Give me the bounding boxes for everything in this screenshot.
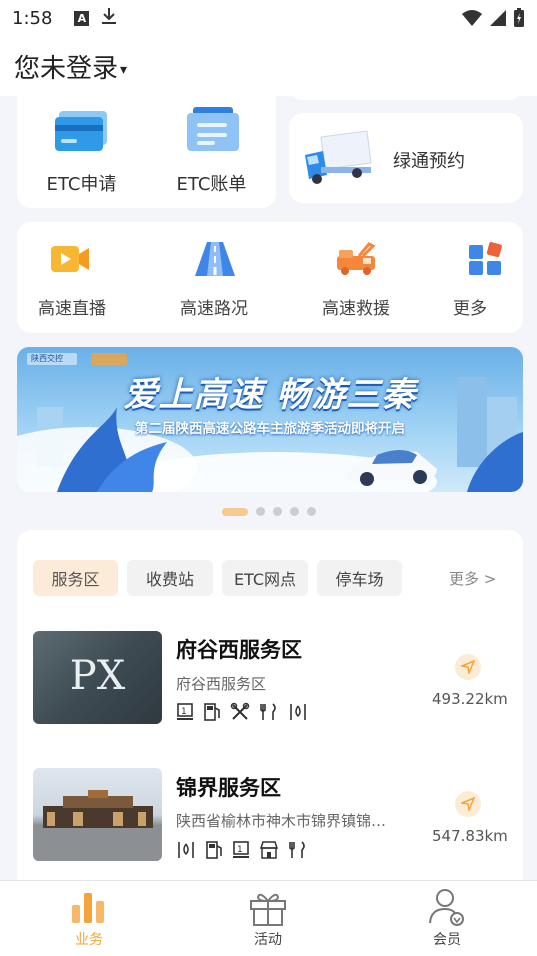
carousel-dot[interactable] bbox=[256, 507, 265, 516]
quick-link-rescue-label: 高速救援 bbox=[322, 299, 390, 319]
restaurant-icon bbox=[289, 841, 305, 858]
repair-icon bbox=[230, 702, 250, 720]
signal-icon bbox=[489, 9, 507, 32]
navigate-button-1[interactable] bbox=[455, 654, 481, 680]
bar-chart-icon bbox=[72, 893, 104, 923]
tab-member-label: 会员 bbox=[433, 932, 461, 948]
service-name-2: 锦界服务区 bbox=[176, 776, 281, 800]
tab-activity[interactable]: 活动 bbox=[228, 881, 308, 956]
notification-a-icon: A bbox=[74, 10, 90, 26]
credit-card-icon bbox=[53, 109, 109, 157]
quick-links-card: 高速直播 高速路况 高速救援 更多 bbox=[17, 222, 523, 333]
svg-text:1: 1 bbox=[237, 845, 243, 855]
navigate-icon bbox=[461, 797, 475, 811]
water-icon bbox=[290, 704, 306, 720]
quick-link-more[interactable]: 更多 bbox=[431, 222, 537, 333]
banner-headline: 爱上高速 畅游三秦 bbox=[123, 375, 417, 415]
quick-link-road[interactable]: 高速路况 bbox=[159, 222, 269, 333]
login-status-text[interactable]: 您未登录 bbox=[14, 54, 118, 84]
green-pass-card[interactable]: 绿通预约 bbox=[289, 113, 523, 203]
service-features-2: 1 bbox=[176, 840, 308, 860]
truck-icon bbox=[301, 129, 373, 191]
quick-link-rescue[interactable]: 高速救援 bbox=[301, 222, 411, 333]
service-building-image bbox=[33, 790, 162, 861]
status-time: 1:58 bbox=[12, 7, 53, 29]
road-icon bbox=[193, 240, 237, 282]
green-pass-label: 绿通预约 bbox=[393, 151, 465, 172]
quick-link-live[interactable]: 高速直播 bbox=[17, 222, 127, 333]
tab-parking[interactable]: 停车场 bbox=[317, 560, 402, 596]
status-bar: 1:58 A bbox=[0, 0, 537, 36]
quick-link-more-label: 更多 bbox=[453, 299, 487, 319]
navigate-icon bbox=[461, 660, 475, 674]
battery-icon bbox=[513, 8, 525, 33]
fuel-icon bbox=[206, 841, 222, 859]
carousel-dot[interactable] bbox=[290, 507, 299, 516]
banner-subline: 第二届陕西高速公路车主旅游季活动即将开启 bbox=[135, 421, 405, 437]
service-image-1: PX bbox=[33, 631, 162, 724]
etc-bill-label: ETC账单 bbox=[176, 174, 247, 195]
carousel-dot[interactable] bbox=[273, 507, 282, 516]
gift-icon bbox=[250, 893, 286, 926]
caret-down-icon[interactable]: ▾ bbox=[120, 62, 127, 78]
carousel-dots bbox=[222, 507, 316, 516]
fuel-icon bbox=[204, 703, 220, 721]
service-image-2 bbox=[33, 768, 162, 861]
service-distance-2: 547.83km bbox=[432, 827, 508, 845]
service-more-link[interactable]: 更多 > bbox=[449, 568, 496, 589]
quick-link-live-label: 高速直播 bbox=[38, 299, 106, 319]
tab-business[interactable]: 业务 bbox=[49, 881, 129, 956]
top-right-card bbox=[289, 85, 523, 100]
etc-bill-tile[interactable]: ETC账单 bbox=[147, 85, 276, 208]
quick-link-road-label: 高速路况 bbox=[180, 299, 248, 319]
video-camera-icon bbox=[49, 242, 91, 280]
grid-icon bbox=[468, 242, 502, 280]
service-address-1: 府谷西服务区 bbox=[176, 675, 267, 693]
etc-apply-tile[interactable]: ETC申请 bbox=[17, 85, 146, 208]
service-distance-1: 493.22km bbox=[432, 690, 508, 708]
service-address-2: 陕西省榆林市神木市锦界镇锦… bbox=[176, 812, 387, 830]
svg-text:1: 1 bbox=[181, 707, 187, 717]
download-icon bbox=[101, 7, 117, 30]
tab-activity-label: 活动 bbox=[254, 932, 282, 948]
tab-member[interactable]: 会员 bbox=[407, 881, 487, 956]
tab-etc-outlet[interactable]: ETC网点 bbox=[222, 560, 308, 596]
carousel-dot-active[interactable] bbox=[222, 507, 248, 516]
water-icon bbox=[178, 842, 194, 858]
toilet-icon: 1 bbox=[177, 703, 193, 720]
tab-toll-station[interactable]: 收费站 bbox=[127, 560, 213, 596]
tow-truck-icon bbox=[335, 242, 379, 280]
etc-card: ETC申请 ETC账单 bbox=[17, 85, 276, 208]
carousel-dot[interactable] bbox=[307, 507, 316, 516]
member-icon bbox=[429, 889, 464, 926]
tab-service-area[interactable]: 服务区 bbox=[33, 560, 118, 596]
wifi-icon bbox=[461, 9, 483, 32]
shop-icon bbox=[259, 841, 279, 859]
bill-icon bbox=[185, 107, 241, 157]
service-name-1: 府谷西服务区 bbox=[176, 638, 302, 662]
toilet-icon: 1 bbox=[233, 841, 249, 858]
service-image-1-text: PX bbox=[69, 653, 126, 699]
tab-business-label: 业务 bbox=[75, 932, 103, 948]
promo-banner[interactable]: 陕西交控 爱上高速 畅游三秦 第二届陕西高速公路车主旅游季活动即将开启 bbox=[17, 347, 523, 492]
service-features-1: 1 bbox=[176, 702, 308, 722]
banner-logo-text: 陕西交控 bbox=[31, 354, 63, 363]
navigate-button-2[interactable] bbox=[455, 791, 481, 817]
bottom-tab-bar: 业务 活动 会员 bbox=[0, 880, 537, 956]
restaurant-icon bbox=[260, 703, 276, 720]
etc-apply-label: ETC申请 bbox=[46, 174, 117, 195]
